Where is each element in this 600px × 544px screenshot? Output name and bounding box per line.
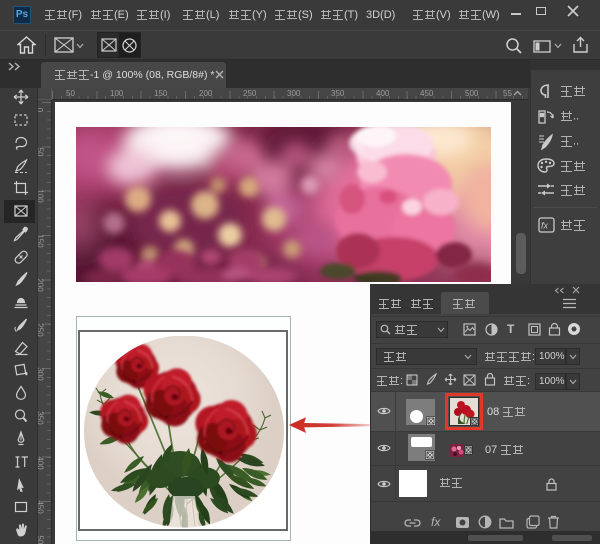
svg-text:fx: fx	[541, 221, 549, 231]
